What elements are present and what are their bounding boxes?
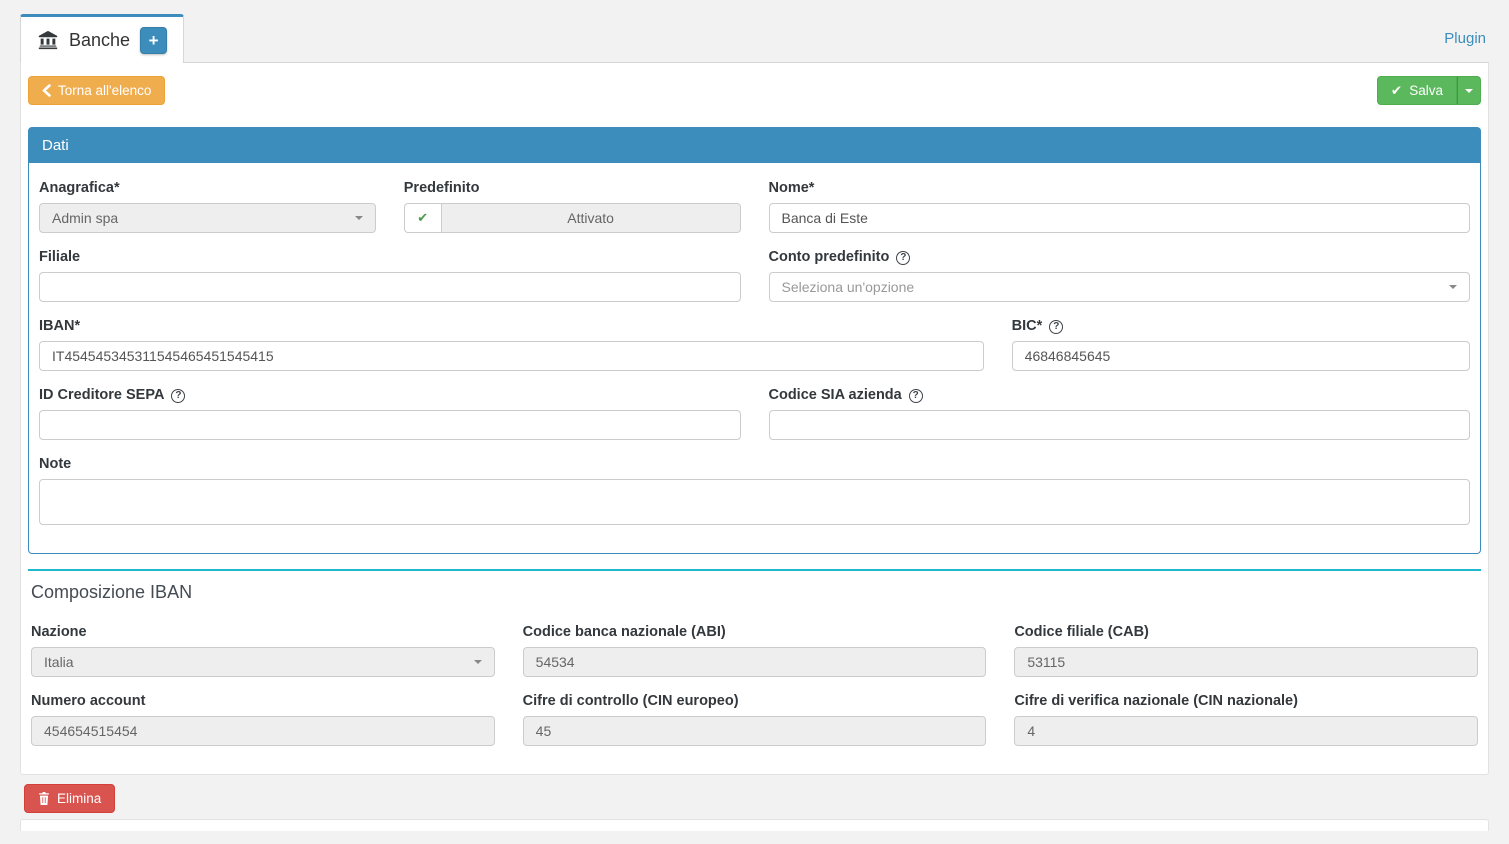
check-icon: ✔	[417, 210, 428, 226]
composizione-iban-section: Composizione IBAN Nazione Italia Codice …	[27, 582, 1482, 746]
help-icon[interactable]: ?	[1049, 320, 1063, 334]
toolbar: Torna all'elenco ✔ Salva	[27, 76, 1482, 105]
predefinito-status-field	[441, 203, 741, 233]
codice-sia-label: Codice SIA azienda	[769, 387, 902, 404]
next-card-top	[20, 819, 1489, 831]
numero-account-label: Numero account	[31, 693, 495, 710]
cin-europeo-input	[523, 716, 987, 746]
delete-row: Elimina	[24, 784, 1489, 813]
field-nome: Nome*	[769, 180, 1471, 233]
main-content-card: Torna all'elenco ✔ Salva Dati Anagrafica	[20, 63, 1489, 775]
anagrafica-select: Admin spa	[39, 203, 376, 233]
filiale-input[interactable]	[39, 272, 741, 302]
cin-nazionale-label: Cifre di verifica nazionale (CIN naziona…	[1014, 693, 1478, 710]
predefinito-toggle-group: ✔	[404, 203, 741, 233]
nazione-label: Nazione	[31, 624, 495, 641]
iban-input[interactable]	[39, 341, 984, 371]
cab-input	[1014, 647, 1478, 677]
field-predefinito: Predefinito ✔	[404, 180, 741, 233]
help-icon[interactable]: ?	[896, 251, 910, 265]
bic-input[interactable]	[1012, 341, 1470, 371]
conto-predefinito-placeholder: Seleziona un'opzione	[782, 279, 915, 295]
iban-label: IBAN*	[39, 318, 984, 335]
field-numero-account: Numero account	[31, 693, 495, 746]
field-codice-sia: Codice SIA azienda ?	[769, 387, 1471, 440]
numero-account-input	[31, 716, 495, 746]
field-filiale: Filiale	[39, 249, 741, 302]
nome-label: Nome*	[769, 180, 1471, 197]
dati-panel: Dati Anagrafica* Admin spa Predefinito	[28, 127, 1481, 554]
field-cin-europeo: Cifre di controllo (CIN europeo)	[523, 693, 987, 746]
conto-predefinito-select[interactable]: Seleziona un'opzione	[769, 272, 1471, 302]
back-to-list-button[interactable]: Torna all'elenco	[28, 76, 165, 105]
field-abi: Codice banca nazionale (ABI)	[523, 624, 987, 677]
caret-down-icon	[1449, 285, 1457, 289]
composizione-iban-title: Composizione IBAN	[31, 582, 1478, 603]
field-bic: BIC* ?	[1012, 318, 1470, 371]
trash-icon	[38, 792, 50, 805]
anagrafica-label: Anagrafica*	[39, 180, 376, 197]
check-icon: ✔	[1391, 83, 1402, 99]
field-anagrafica: Anagrafica* Admin spa	[39, 180, 376, 233]
cin-nazionale-input	[1014, 716, 1478, 746]
cab-label: Codice filiale (CAB)	[1014, 624, 1478, 641]
bank-icon	[37, 29, 59, 51]
help-icon[interactable]: ?	[909, 389, 923, 403]
dati-panel-header: Dati	[29, 128, 1480, 163]
anagrafica-value: Admin spa	[52, 210, 118, 226]
caret-down-icon	[1465, 89, 1473, 93]
note-label: Note	[39, 456, 1470, 473]
section-divider	[28, 569, 1481, 571]
abi-input	[523, 647, 987, 677]
dati-panel-body: Anagrafica* Admin spa Predefinito ✔	[29, 163, 1480, 553]
field-note: Note	[39, 456, 1470, 525]
field-conto-predefinito: Conto predefinito ? Seleziona un'opzione	[769, 249, 1471, 302]
plugin-link[interactable]: Plugin	[1444, 30, 1489, 47]
delete-button[interactable]: Elimina	[24, 784, 115, 813]
field-nazione: Nazione Italia	[31, 624, 495, 677]
id-creditore-sepa-label: ID Creditore SEPA	[39, 387, 164, 404]
add-bank-button[interactable]: +	[140, 27, 167, 54]
filiale-label: Filiale	[39, 249, 741, 266]
nome-input[interactable]	[769, 203, 1471, 233]
save-label: Salva	[1409, 83, 1443, 98]
abi-label: Codice banca nazionale (ABI)	[523, 624, 987, 641]
back-to-list-label: Torna all'elenco	[58, 83, 151, 98]
help-icon[interactable]: ?	[171, 389, 185, 403]
tab-bar: Banche + Plugin	[20, 14, 1489, 63]
field-iban: IBAN*	[39, 318, 984, 371]
cin-europeo-label: Cifre di controllo (CIN europeo)	[523, 693, 987, 710]
tab-title: Banche	[69, 30, 130, 51]
codice-sia-input[interactable]	[769, 410, 1471, 440]
field-id-creditore-sepa: ID Creditore SEPA ?	[39, 387, 741, 440]
chevron-left-icon	[42, 84, 51, 97]
field-cin-nazionale: Cifre di verifica nazionale (CIN naziona…	[1014, 693, 1478, 746]
nazione-value: Italia	[44, 654, 74, 670]
conto-predefinito-label: Conto predefinito	[769, 249, 890, 266]
note-textarea[interactable]	[39, 479, 1470, 525]
delete-label: Elimina	[57, 791, 101, 806]
save-split-button: ✔ Salva	[1377, 76, 1481, 105]
caret-down-icon	[474, 660, 482, 664]
save-button[interactable]: ✔ Salva	[1377, 76, 1457, 105]
field-cab: Codice filiale (CAB)	[1014, 624, 1478, 677]
save-dropdown-button[interactable]	[1457, 76, 1481, 105]
caret-down-icon	[355, 216, 363, 220]
tab-banche[interactable]: Banche +	[20, 14, 184, 63]
predefinito-checkbox[interactable]: ✔	[404, 203, 441, 233]
page: Banche + Plugin Torna all'elenco ✔ Salva	[0, 0, 1509, 831]
predefinito-label: Predefinito	[404, 180, 741, 197]
nazione-select: Italia	[31, 647, 495, 677]
bic-label: BIC*	[1012, 318, 1043, 335]
id-creditore-sepa-input[interactable]	[39, 410, 741, 440]
